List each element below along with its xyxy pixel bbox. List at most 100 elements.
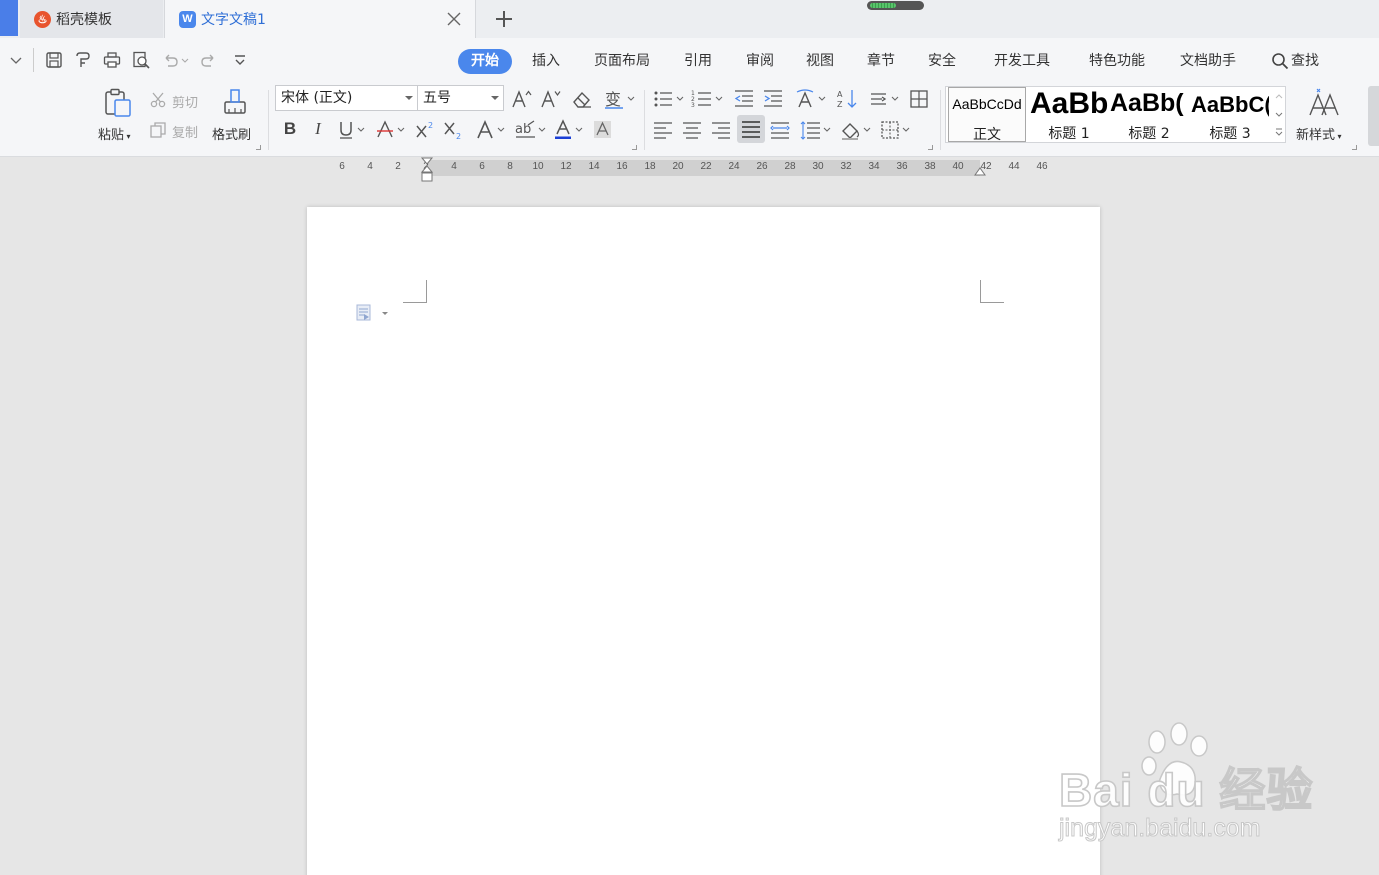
search-icon[interactable] <box>1271 52 1289 70</box>
paste-button[interactable]: 粘贴 ▾ <box>98 124 131 143</box>
print-icon[interactable] <box>102 50 122 70</box>
ruler-number: 36 <box>896 161 908 172</box>
shading-icon[interactable] <box>840 119 876 141</box>
format-painter-button[interactable]: 格式刷 <box>212 124 251 143</box>
menu-view[interactable]: 视图 <box>801 49 839 74</box>
ruler-number: 22 <box>700 161 712 172</box>
menu-doc-assistant[interactable]: 文档助手 <box>1174 49 1242 74</box>
style-normal[interactable]: AaBbCcDd 正文 <box>948 87 1026 143</box>
numbered-list-icon[interactable]: 123 <box>691 88 727 110</box>
font-color-icon[interactable] <box>553 119 587 141</box>
chevron-down-icon[interactable] <box>8 50 24 70</box>
export-icon[interactable] <box>73 50 93 70</box>
show-hide-marks-icon[interactable] <box>868 88 904 110</box>
app-menu-accent[interactable] <box>0 0 18 36</box>
justify-button-active[interactable] <box>737 115 765 143</box>
cut-icon[interactable] <box>149 91 167 109</box>
tab-document[interactable]: W 文字文稿1 <box>164 0 476 38</box>
bold-button[interactable]: B <box>279 119 301 139</box>
gallery-scroll-up-icon[interactable] <box>1273 87 1285 105</box>
copy-button[interactable]: 复制 <box>172 122 198 141</box>
menu-security[interactable]: 安全 <box>923 49 961 74</box>
right-indent-marker-icon[interactable] <box>973 165 987 177</box>
superscript-icon[interactable]: 2 <box>414 119 436 141</box>
menu-search-label[interactable]: 查找 <box>1291 49 1325 74</box>
ruler-number: 24 <box>728 161 740 172</box>
undo-icon[interactable] <box>160 50 190 70</box>
ruler-number: 4 <box>367 161 373 172</box>
align-left-icon[interactable] <box>652 119 674 141</box>
phonetic-guide-icon[interactable]: 变 <box>603 88 637 110</box>
align-right-icon[interactable] <box>710 119 732 141</box>
ruler-number: 14 <box>588 161 600 172</box>
increase-indent-icon[interactable] <box>762 88 784 110</box>
paste-icon[interactable] <box>102 87 134 119</box>
subscript-icon[interactable]: 2 <box>442 119 464 141</box>
decrease-indent-icon[interactable] <box>733 88 755 110</box>
menu-page-layout[interactable]: 页面布局 <box>589 49 655 74</box>
menu-insert[interactable]: 插入 <box>527 49 565 74</box>
sort-icon[interactable]: AZ <box>836 88 858 110</box>
copy-icon[interactable] <box>149 121 167 139</box>
redo-icon[interactable] <box>198 50 218 70</box>
clear-formatting-icon[interactable] <box>570 88 594 110</box>
menu-developer[interactable]: 开发工具 <box>988 49 1056 74</box>
table-layout-icon[interactable] <box>908 88 930 110</box>
new-style-icon[interactable] <box>1307 87 1341 119</box>
paragraph-dialog-launcher[interactable] <box>928 145 933 150</box>
baidu-jingyan-watermark: Bai du 经验 jingyan.baidu.com <box>1055 722 1315 852</box>
gallery-scroll-down-icon[interactable] <box>1273 105 1285 123</box>
decrease-font-size-icon[interactable] <box>539 88 561 110</box>
font-family-select[interactable]: 宋体 (正文) <box>275 85 418 111</box>
ruler-number: 18 <box>644 161 656 172</box>
text-effects-icon[interactable] <box>475 119 509 141</box>
borders-icon[interactable] <box>879 119 915 141</box>
divider <box>644 90 645 150</box>
styles-dialog-launcher[interactable] <box>1352 145 1357 150</box>
watermark-url: jingyan.baidu.com <box>1059 814 1262 843</box>
new-style-button[interactable]: 新样式 ▾ <box>1296 124 1342 143</box>
style-heading-2[interactable]: AaBb( 标题 2 <box>1110 87 1188 142</box>
paragraph-layout-icon[interactable] <box>356 303 392 323</box>
strikethrough-icon[interactable] <box>375 119 409 141</box>
menu-references[interactable]: 引用 <box>679 49 717 74</box>
font-size-select[interactable]: 五号 <box>417 85 504 111</box>
plus-icon[interactable] <box>493 8 515 30</box>
highlight-icon[interactable]: ab <box>514 119 550 141</box>
svg-text:2: 2 <box>428 121 433 130</box>
close-icon[interactable] <box>445 10 463 28</box>
gallery-expand-icon[interactable] <box>1273 124 1285 142</box>
bullet-list-icon[interactable] <box>652 88 688 110</box>
increase-font-size-icon[interactable] <box>510 88 532 110</box>
indent-marker-icon[interactable] <box>420 157 434 183</box>
document-page[interactable] <box>307 207 1100 875</box>
cut-button[interactable]: 剪切 <box>172 92 198 111</box>
italic-button[interactable]: I <box>307 119 329 139</box>
menu-home[interactable]: 开始 <box>458 49 512 74</box>
horizontal-ruler[interactable]: 6422468101214161820222426283032343638404… <box>0 157 1379 182</box>
character-shading-icon[interactable] <box>592 119 614 141</box>
menu-review[interactable]: 审阅 <box>741 49 779 74</box>
menu-special-features[interactable]: 特色功能 <box>1083 49 1151 74</box>
svg-text:A: A <box>837 90 843 99</box>
save-icon[interactable] <box>44 50 64 70</box>
style-heading-3[interactable]: AaBbC( 标题 3 <box>1191 87 1269 142</box>
tab-docer-templates[interactable]: ♨ 稻壳模板 <box>20 0 163 38</box>
text-direction-icon[interactable] <box>794 88 830 110</box>
customize-toolbar-icon[interactable] <box>230 50 250 70</box>
writer-logo-icon: W <box>179 10 196 28</box>
align-center-icon[interactable] <box>681 119 703 141</box>
line-spacing-icon[interactable] <box>799 119 835 141</box>
clipboard-dialog-launcher[interactable] <box>256 145 261 150</box>
ribbon-scroll-right[interactable] <box>1368 86 1379 146</box>
ruler-number: 44 <box>1008 161 1020 172</box>
ruler-number: 2 <box>395 161 401 172</box>
format-painter-icon[interactable] <box>219 87 251 119</box>
underline-icon[interactable] <box>336 119 370 141</box>
menu-section[interactable]: 章节 <box>862 49 900 74</box>
ribbon-home: 粘贴 ▾ 剪切 复制 格式刷 宋体 (正文) 五号 变 B I 2 2 ab 1… <box>0 84 1379 157</box>
distribute-icon[interactable] <box>769 119 791 141</box>
font-dialog-launcher[interactable] <box>632 145 637 150</box>
style-heading-1[interactable]: AaBb 标题 1 <box>1030 87 1108 142</box>
print-preview-icon[interactable] <box>131 50 151 70</box>
